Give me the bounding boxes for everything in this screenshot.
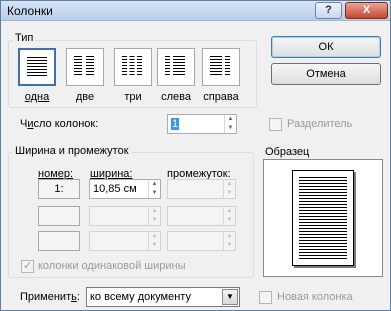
spin-down-icon[interactable]: ▼ [225,124,236,133]
preset-three-label: три [124,91,142,103]
left-column-icon [165,56,185,75]
row1-width-spinner[interactable]: 10,85 см ▲ ▼ [89,179,161,199]
three-columns-icon [122,56,142,75]
row3-number [38,231,80,251]
preset-two-label: две [75,91,95,103]
preview-label: Образец [265,146,310,158]
row3-width-spinner[interactable]: ▲ ▼ [89,231,161,251]
row2-spacing-spinner[interactable]: ▲ ▼ [167,206,236,226]
separator-checkbox[interactable] [269,118,282,131]
preset-three-button[interactable] [114,48,152,86]
window-title: Колонки [7,4,53,18]
two-columns-icon [74,56,94,75]
preset-two-button[interactable] [66,48,104,86]
columns-count-spinner[interactable]: 1 ▲ ▼ [167,114,237,134]
help-button[interactable]: ? [315,2,342,19]
spin-up-icon[interactable]: ▲ [149,180,160,189]
preset-right-button[interactable] [202,48,240,86]
spin-down-icon[interactable]: ▼ [224,241,235,250]
type-group-label: Тип [13,32,36,44]
row3-spacing-spinner[interactable]: ▲ ▼ [167,231,236,251]
separator-label: Разделитель [287,118,353,130]
one-column-icon [27,57,47,76]
equal-width-checkbox[interactable] [21,259,34,273]
apply-label-a: Применит [20,291,72,303]
apply-label: Применить: [20,291,80,303]
width-spacing-label: Ширина и промежуток [13,145,131,157]
spin-down-icon[interactable]: ▼ [224,216,235,225]
row1-width-value[interactable]: 10,85 см [93,183,137,195]
cancel-button[interactable]: Отмена [271,63,381,85]
row2-number [38,206,80,226]
new-column-checkbox[interactable] [259,291,272,304]
spin-up-icon[interactable]: ▲ [224,180,235,189]
new-column-label: Новая колонка [277,291,353,303]
right-column-icon [210,56,230,75]
spin-up-icon[interactable]: ▲ [225,115,236,124]
columns-count-label-c: сло колонок: [33,118,99,130]
help-icon: ? [325,4,332,16]
spin-down-icon[interactable]: ▼ [149,189,160,198]
spin-up-icon[interactable]: ▲ [149,207,160,216]
preview-box [263,159,383,277]
apply-to-value: ко всему документу [90,291,191,303]
row1-spacing-spinner[interactable]: ▲ ▼ [167,179,236,199]
chevron-down-icon[interactable]: ▼ [222,289,238,305]
apply-label-c: : [76,291,80,303]
spin-down-icon[interactable]: ▼ [149,241,160,250]
close-button[interactable]: X [345,2,388,19]
row2-width-spinner[interactable]: ▲ ▼ [89,206,161,226]
preview-page [292,170,354,266]
spin-down-icon[interactable]: ▼ [224,189,235,198]
spin-up-icon[interactable]: ▲ [224,232,235,241]
preset-left-button[interactable] [157,48,195,86]
ok-button[interactable]: ОК [271,36,381,58]
columns-count-label: Число колонок: [20,118,98,130]
spin-up-icon[interactable]: ▲ [224,207,235,216]
preset-left-label: слева [161,91,191,103]
row1-number: 1: [38,179,80,199]
spin-up-icon[interactable]: ▲ [149,232,160,241]
equal-width-label: колонки одинаковой ширины [38,260,186,272]
close-icon: X [362,4,371,16]
preset-one-button[interactable] [18,48,56,86]
columns-count-value[interactable]: 1 [171,118,180,130]
title-bar: Колонки ? X [1,1,390,21]
columns-dialog: Колонки ? X Тип одна две три слева справ… [0,0,391,311]
spin-down-icon[interactable]: ▼ [149,216,160,225]
apply-to-dropdown[interactable]: ко всему документу ▼ [86,287,240,307]
preset-one-label: одна [24,91,50,103]
preset-right-label: справа [203,91,239,103]
